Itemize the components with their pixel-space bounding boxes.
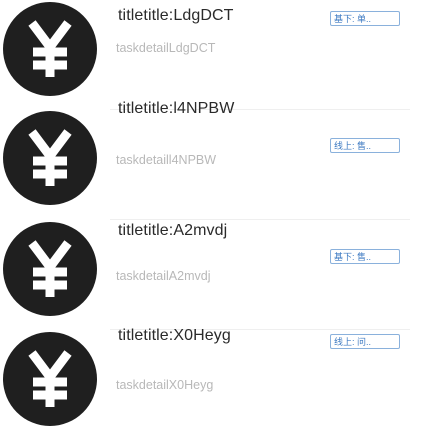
yen-icon (3, 2, 97, 96)
yen-icon-glyph (28, 350, 72, 407)
yen-icon (3, 222, 97, 316)
yen-icon (3, 332, 97, 426)
task-row[interactable]: titletitle:A2mvdj taskdetailA2mvdj 基下: 售… (0, 220, 422, 330)
yen-icon-glyph (28, 20, 72, 77)
task-list: titletitle:LdgDCT taskdetailLdgDCT 基下: 单… (0, 0, 422, 441)
task-detail: taskdetailX0Heyg (116, 378, 214, 392)
task-row[interactable]: titletitle:X0Heyg taskdetailX0Heyg 线上: 问… (0, 327, 422, 440)
yen-icon (3, 111, 97, 205)
task-tag[interactable]: 线上: 问.. (330, 334, 400, 349)
task-row[interactable]: titletitle:LdgDCT taskdetailLdgDCT 基下: 单… (0, 0, 422, 110)
task-title: titletitle:X0Heyg (118, 327, 231, 344)
task-detail: taskdetaill4NPBW (116, 153, 217, 167)
task-tag[interactable]: 基下: 售.. (330, 249, 400, 264)
task-row[interactable]: titletitle:l4NPBW taskdetaill4NPBW 线上: 售… (0, 100, 422, 220)
yen-icon-glyph (28, 129, 72, 186)
task-detail: taskdetailA2mvdj (116, 269, 211, 283)
task-title: titletitle:l4NPBW (118, 100, 235, 117)
task-tag[interactable]: 基下: 单.. (330, 11, 400, 26)
yen-icon-glyph (28, 240, 72, 297)
task-title: titletitle:A2mvdj (118, 222, 228, 239)
task-detail: taskdetailLdgDCT (116, 41, 216, 55)
task-tag[interactable]: 线上: 售.. (330, 138, 400, 153)
task-title: titletitle:LdgDCT (118, 7, 234, 24)
